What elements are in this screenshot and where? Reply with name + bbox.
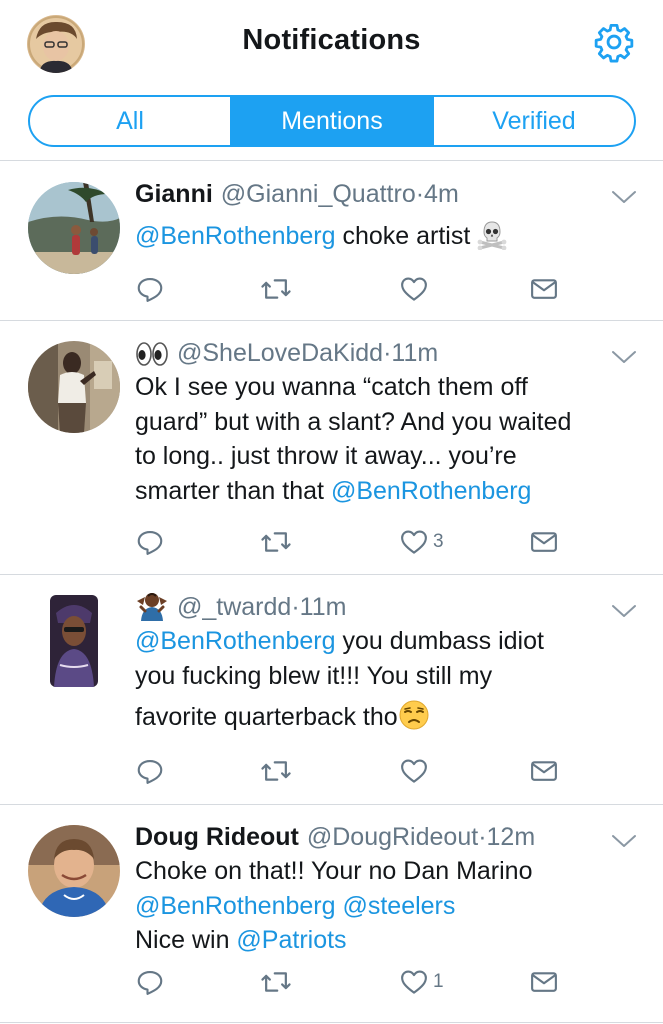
avatar[interactable] (28, 341, 120, 433)
mention-link[interactable]: @Patriots (236, 926, 346, 954)
reply-icon (137, 759, 163, 784)
timestamp: 11m (299, 593, 347, 621)
tweet-meta: Doug Rideout @DougRideout·12m (135, 820, 637, 854)
notification-tabs: All Mentions Verified (28, 95, 636, 147)
timestamp: 4m (424, 180, 459, 208)
retweet-icon (261, 761, 291, 781)
text-span: choke artist (335, 222, 478, 250)
tweet-actions: 3 (135, 525, 567, 559)
envelope-icon (531, 761, 557, 781)
text-span: you fucking blew it!!! You still my (135, 661, 493, 690)
tab-mentions[interactable]: Mentions (230, 97, 432, 145)
retweet-icon (261, 279, 291, 299)
text-span: to long.. just throw it away... you’re (135, 442, 517, 470)
skull-crossbones-emoji (477, 220, 507, 260)
header-bar: Notifications (0, 0, 663, 88)
retweet-icon (261, 532, 291, 552)
mention-link[interactable]: @BenRothenberg (135, 627, 336, 655)
retweet-button[interactable] (260, 754, 296, 788)
text-span: smarter than that (135, 476, 331, 505)
heart-icon (401, 530, 427, 554)
reply-icon (137, 970, 163, 995)
envelope-icon (531, 972, 557, 992)
retweet-button[interactable] (260, 965, 296, 999)
tab-verified[interactable]: Verified (432, 97, 634, 145)
heart-icon (401, 277, 427, 301)
mention-link[interactable]: @BenRothenberg (135, 222, 336, 250)
separator-dot: · (478, 823, 487, 851)
mention-link[interactable]: @BenRothenberg (331, 477, 532, 505)
like-button[interactable] (399, 272, 433, 306)
author-handle[interactable]: @DougRideout (307, 823, 478, 851)
avatar[interactable] (28, 182, 120, 274)
timestamp: 12m (486, 823, 536, 851)
heart-icon (401, 759, 427, 783)
timestamp: 11m (391, 339, 439, 367)
message-button[interactable] (529, 965, 559, 999)
message-button[interactable] (529, 754, 559, 788)
tweet-meta: @_twardd·11m (135, 590, 637, 624)
retweet-icon (261, 972, 291, 992)
retweet-button[interactable] (260, 525, 296, 559)
reply-icon (137, 277, 163, 302)
reply-icon (137, 530, 163, 555)
like-count: 3 (433, 531, 444, 552)
tweet-item[interactable]: Gianni @Gianni_Quattro·4m @BenRothenberg … (0, 161, 663, 321)
tweet-meta: @SheLoveDaKidd·11m (135, 336, 637, 370)
tweet-actions (135, 754, 567, 788)
reply-button[interactable] (135, 965, 169, 999)
envelope-icon (531, 532, 557, 552)
chevron-down-icon[interactable] (611, 603, 637, 619)
page-title: Notifications (242, 24, 421, 56)
mention-link[interactable]: @BenRothenberg (135, 892, 336, 920)
tweet-item[interactable]: @_twardd·11m @BenRothenberg you dumbass … (0, 575, 663, 805)
like-button[interactable]: 1 (399, 965, 444, 999)
unamused-face-emoji (398, 699, 430, 741)
chevron-down-icon[interactable] (611, 833, 637, 849)
reply-button[interactable] (135, 754, 169, 788)
reply-button[interactable] (135, 272, 169, 306)
tweet-text: Choke on that!! Your no Dan Marino @BenR… (135, 854, 637, 958)
envelope-icon (531, 279, 557, 299)
reply-button[interactable] (135, 525, 169, 559)
avatar[interactable] (50, 595, 98, 687)
author-name[interactable]: Doug Rideout (135, 823, 299, 851)
author-handle[interactable]: @SheLoveDaKidd (177, 339, 383, 367)
tweet-item[interactable]: Doug Rideout @DougRideout·12m Choke on th… (0, 805, 663, 1023)
tweet-text: Ok I see you wanna “catch them off guard… (135, 370, 637, 508)
tweet-text: @BenRothenberg choke artist (135, 219, 637, 260)
text-span: favorite quarterback tho (135, 703, 398, 731)
tab-all[interactable]: All (30, 97, 230, 145)
author-name[interactable]: Gianni (135, 180, 213, 208)
like-count: 1 (433, 971, 444, 992)
author-handle[interactable]: @_twardd (177, 593, 291, 621)
retweet-button[interactable] (260, 272, 296, 306)
heart-icon (401, 970, 427, 994)
text-span: Choke on that!! Your no Dan Marino (135, 857, 533, 885)
gear-icon[interactable] (593, 21, 635, 63)
mentions-feed: Gianni @Gianni_Quattro·4m @BenRothenberg … (0, 160, 663, 1023)
tweet-actions (135, 272, 567, 306)
author-handle[interactable]: @Gianni_Quattro (221, 180, 416, 208)
like-button[interactable] (399, 754, 433, 788)
like-button[interactable]: 3 (399, 525, 444, 559)
tweet-actions: 1 (135, 965, 567, 999)
tweet-item[interactable]: @SheLoveDaKidd·11m Ok I see you wanna “c… (0, 321, 663, 575)
message-button[interactable] (529, 272, 559, 306)
chevron-down-icon[interactable] (611, 189, 637, 205)
separator-dot: · (415, 180, 425, 208)
avatar[interactable] (28, 825, 120, 917)
text-span: Nice win (135, 926, 237, 954)
tweet-meta: Gianni @Gianni_Quattro·4m (135, 177, 637, 211)
separator-dot: · (291, 593, 300, 621)
chevron-down-icon[interactable] (611, 349, 637, 365)
tweet-text: @BenRothenberg you dumbass idiot you fuc… (135, 624, 637, 741)
text-span: you dumbass idiot (335, 627, 544, 655)
message-button[interactable] (529, 525, 559, 559)
text-span: Ok I see you wanna “catch them off (135, 373, 528, 401)
text-span: guard” but with a slant? And you waited (135, 407, 572, 436)
mention-link[interactable]: @steelers (342, 892, 455, 920)
